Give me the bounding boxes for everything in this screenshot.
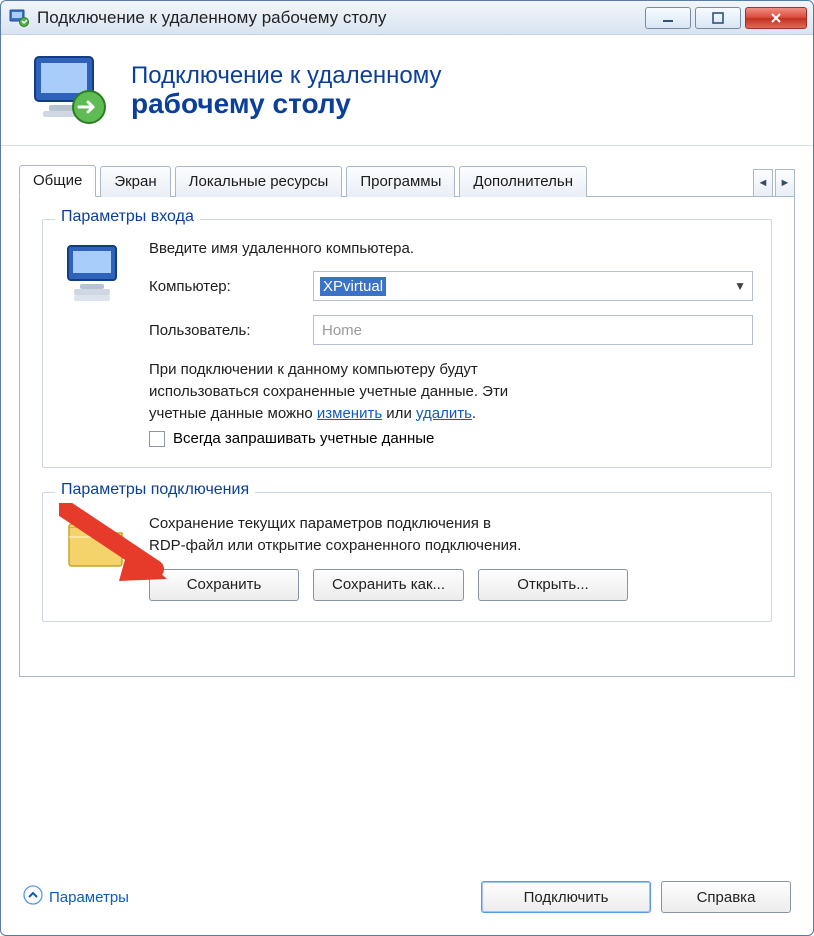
groupbox-connection: Параметры подключения Сохранение текущих… [42,492,772,622]
dropdown-arrow-icon: ▼ [734,279,746,293]
label-always-ask: Всегда запрашивать учетные данные [173,430,434,447]
tab-scroll: ◄ ► [753,168,795,196]
save-as-button[interactable]: Сохранить как... [313,569,464,601]
close-button[interactable] [745,7,807,29]
banner-line2: рабочему столу [131,88,442,120]
tab-local-resources[interactable]: Локальные ресурсы [175,166,343,197]
tab-general[interactable]: Общие [19,165,96,197]
tab-area: Общие Экран Локальные ресурсы Программы … [1,146,813,677]
tab-strip: Общие Экран Локальные ресурсы Программы … [19,164,795,197]
checkbox-always-ask[interactable] [149,431,165,447]
label-user: Пользователь: [149,322,299,339]
tab-advanced[interactable]: Дополнительн [459,166,587,197]
window-controls [645,7,807,29]
dialog-window: Подключение к удаленному рабочему столу [0,0,814,936]
row-always-ask: Всегда запрашивать учетные данные [149,430,753,447]
help-button[interactable]: Справка [661,881,791,913]
banner-line1: Подключение к удаленному [131,62,442,90]
tab-programs[interactable]: Программы [346,166,455,197]
rdp-banner-icon [29,49,113,133]
label-computer: Компьютер: [149,278,299,295]
tab-scroll-left[interactable]: ◄ [753,169,773,197]
titlebar: Подключение к удаленному рабочему столу [1,1,813,35]
connection-text: Сохранение текущих параметров подключени… [149,513,709,557]
row-computer: Компьютер: XPvirtual ▼ [149,271,753,301]
monitor-icon [61,240,131,447]
dialog-footer: Параметры Подключить Справка [1,865,813,935]
banner: Подключение к удаленному рабочему столу [1,35,813,146]
folder-icon [61,513,131,601]
logon-intro-text: Введите имя удаленного компьютера. [149,240,753,257]
row-user: Пользователь: Home [149,315,753,345]
open-button[interactable]: Открыть... [478,569,628,601]
link-delete-credentials[interactable]: удалить [416,405,472,422]
tab-scroll-right[interactable]: ► [775,169,795,197]
save-button[interactable]: Сохранить [149,569,299,601]
saved-credentials-text: При подключении к данному компьютеру буд… [149,359,709,424]
window-title: Подключение к удаленному рабочему столу [37,8,645,28]
legend-logon: Параметры входа [55,208,200,226]
collapse-icon [23,885,43,909]
computer-combobox[interactable]: XPvirtual ▼ [313,271,753,301]
options-expander[interactable]: Параметры [23,885,129,909]
legend-connection: Параметры подключения [55,481,255,499]
user-value: Home [322,322,362,339]
banner-text: Подключение к удаленному рабочему столу [131,62,442,120]
rdp-app-icon [9,8,29,28]
user-field[interactable]: Home [313,315,753,345]
tab-display[interactable]: Экран [100,166,170,197]
link-edit-credentials[interactable]: изменить [317,405,382,422]
maximize-button[interactable] [695,7,741,29]
minimize-button[interactable] [645,7,691,29]
tab-panel-general: Параметры входа Введите имя удаленного к… [19,197,795,677]
connect-button[interactable]: Подключить [481,881,651,913]
computer-value: XPvirtual [320,277,386,296]
groupbox-logon: Параметры входа Введите имя удаленного к… [42,219,772,468]
options-label: Параметры [49,889,129,906]
